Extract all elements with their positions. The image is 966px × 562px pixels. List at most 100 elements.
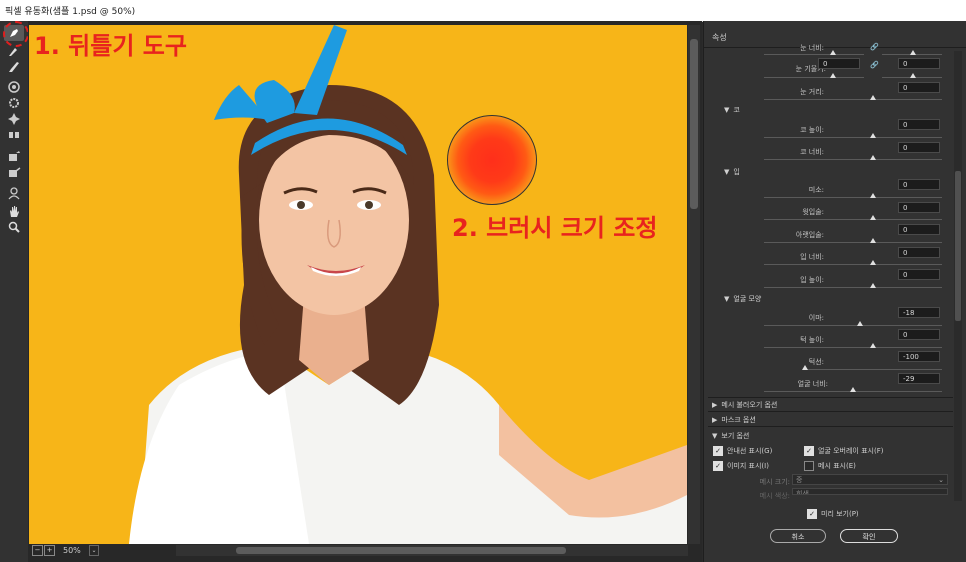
slider-knob[interactable] [870, 215, 876, 220]
canvas-vertical-scrollbar[interactable] [688, 25, 700, 544]
divider [708, 426, 953, 427]
nose-section-header[interactable]: ▼ 코 [724, 105, 740, 115]
freeze-mask-tool[interactable] [4, 149, 24, 165]
eye-tilt-right-input[interactable]: 0 [898, 58, 940, 69]
mouth-height-input[interactable]: 0 [898, 269, 940, 280]
scrollbar-thumb[interactable] [236, 547, 566, 554]
nose-height-label: 코 높이: [800, 126, 824, 134]
pucker-tool[interactable] [4, 95, 24, 111]
slider-knob[interactable] [910, 50, 916, 55]
eye-distance-slider[interactable] [764, 99, 942, 100]
expand-icon: ▼ [712, 432, 718, 440]
show-mesh-checkbox[interactable]: 메시 표시(E) [804, 461, 856, 471]
mouth-section-header[interactable]: ▼ 입 [724, 167, 740, 177]
jawline-slider[interactable] [804, 369, 942, 370]
face-width-label: 얼굴 너비: [797, 380, 828, 388]
nose-height-slider[interactable] [764, 137, 942, 138]
twirl-tool[interactable] [4, 79, 24, 95]
slider-knob[interactable] [870, 95, 876, 100]
lower-lip-input[interactable]: 0 [898, 224, 940, 235]
expand-icon: ▼ [724, 106, 730, 114]
expand-icon: ▼ [724, 295, 730, 303]
bloat-icon [8, 113, 20, 125]
mouth-width-slider[interactable] [764, 264, 942, 265]
slider-knob[interactable] [830, 73, 836, 78]
slider-knob[interactable] [870, 283, 876, 288]
slider-knob[interactable] [910, 73, 916, 78]
chin-height-slider[interactable] [764, 347, 942, 348]
link-icon[interactable]: 🔗 [870, 61, 879, 69]
chin-height-label: 턱 높이: [800, 336, 824, 344]
slider-knob[interactable] [857, 321, 863, 326]
jawline-input[interactable]: -100 [898, 351, 940, 362]
slider-knob[interactable] [870, 238, 876, 243]
smooth-tool[interactable] [4, 59, 24, 75]
zoom-in-button[interactable]: + [44, 545, 55, 556]
mouth-width-input[interactable]: 0 [898, 247, 940, 258]
scrollbar-thumb[interactable] [690, 39, 698, 209]
show-guides-checkbox[interactable]: ✓ 안내선 표시(G) [713, 446, 772, 456]
mask-options-section-header[interactable]: ▶ 마스크 옵션 [712, 415, 756, 425]
panel-scrollbar[interactable] [954, 51, 962, 501]
jawline-label: 턱선: [808, 358, 824, 366]
image-canvas[interactable] [29, 25, 687, 544]
upper-lip-label: 윗입술: [802, 208, 824, 216]
show-image-checkbox[interactable]: ✓ 이미지 표시(I) [713, 461, 769, 471]
cancel-button[interactable]: 취소 [770, 529, 826, 543]
forehead-input[interactable]: -18 [898, 307, 940, 318]
panel-header: 속성 [704, 25, 966, 48]
eye-tilt-slider-left[interactable] [764, 77, 864, 78]
checkmark-icon: ✓ [804, 446, 814, 456]
link-icon[interactable]: 🔗 [870, 43, 879, 51]
lower-lip-slider[interactable] [764, 242, 942, 243]
zoom-dropdown[interactable]: ⌄ [89, 545, 99, 556]
eye-tilt-left-input[interactable]: 0 [818, 58, 860, 69]
eye-width-slider-left[interactable] [764, 54, 864, 55]
nose-height-input[interactable]: 0 [898, 119, 940, 130]
upper-lip-input[interactable]: 0 [898, 202, 940, 213]
brush-cursor [447, 115, 537, 205]
zoom-out-button[interactable]: − [32, 545, 43, 556]
thaw-mask-tool[interactable] [4, 165, 24, 181]
canvas-horizontal-scrollbar[interactable] [176, 545, 688, 556]
face-width-input[interactable]: -29 [898, 373, 940, 384]
slider-knob[interactable] [870, 133, 876, 138]
chevron-down-icon: ⌄ [938, 476, 944, 484]
slider-knob[interactable] [850, 387, 856, 392]
slider-knob[interactable] [802, 365, 808, 370]
lower-lip-label: 아랫입술: [795, 231, 824, 239]
mouth-height-slider[interactable] [764, 287, 942, 288]
show-face-overlay-checkbox[interactable]: ✓ 얼굴 오버레이 표시(F) [804, 446, 883, 456]
bloat-tool[interactable] [4, 111, 24, 127]
hand-tool[interactable] [4, 203, 24, 219]
status-bar: − + 50% ⌄ [29, 544, 177, 558]
slider-knob[interactable] [870, 155, 876, 160]
face-shape-section-header[interactable]: ▼ 얼굴 모양 [724, 294, 761, 304]
tool-highlight-circle [3, 21, 29, 47]
slider-knob[interactable] [870, 193, 876, 198]
view-options-section-header[interactable]: ▼ 보기 옵션 [712, 431, 749, 441]
eye-distance-input[interactable]: 0 [898, 82, 940, 93]
push-left-tool[interactable] [4, 127, 24, 143]
scrollbar-thumb[interactable] [955, 171, 961, 321]
tool-bar [0, 21, 29, 562]
slider-knob[interactable] [870, 343, 876, 348]
zoom-tool[interactable] [4, 219, 24, 235]
smile-slider[interactable] [764, 197, 942, 198]
slider-knob[interactable] [830, 50, 836, 55]
mesh-size-select[interactable]: 중 ⌄ [792, 474, 948, 485]
face-tool[interactable] [4, 185, 24, 201]
load-mesh-section-header[interactable]: ▶ 메시 불러오기 옵션 [712, 400, 777, 410]
preview-checkbox[interactable]: ✓ 미리 보기(P) [807, 509, 859, 519]
upper-lip-slider[interactable] [764, 219, 942, 220]
ok-button[interactable]: 확인 [840, 529, 898, 543]
chin-height-input[interactable]: 0 [898, 329, 940, 340]
smile-input[interactable]: 0 [898, 179, 940, 190]
slider-knob[interactable] [870, 260, 876, 265]
forehead-slider[interactable] [764, 325, 942, 326]
checkmark-icon: ✓ [713, 461, 723, 471]
nose-width-input[interactable]: 0 [898, 142, 940, 153]
mesh-color-select[interactable]: 회색 [792, 488, 948, 495]
pucker-icon [9, 98, 19, 108]
nose-width-slider[interactable] [764, 159, 942, 160]
